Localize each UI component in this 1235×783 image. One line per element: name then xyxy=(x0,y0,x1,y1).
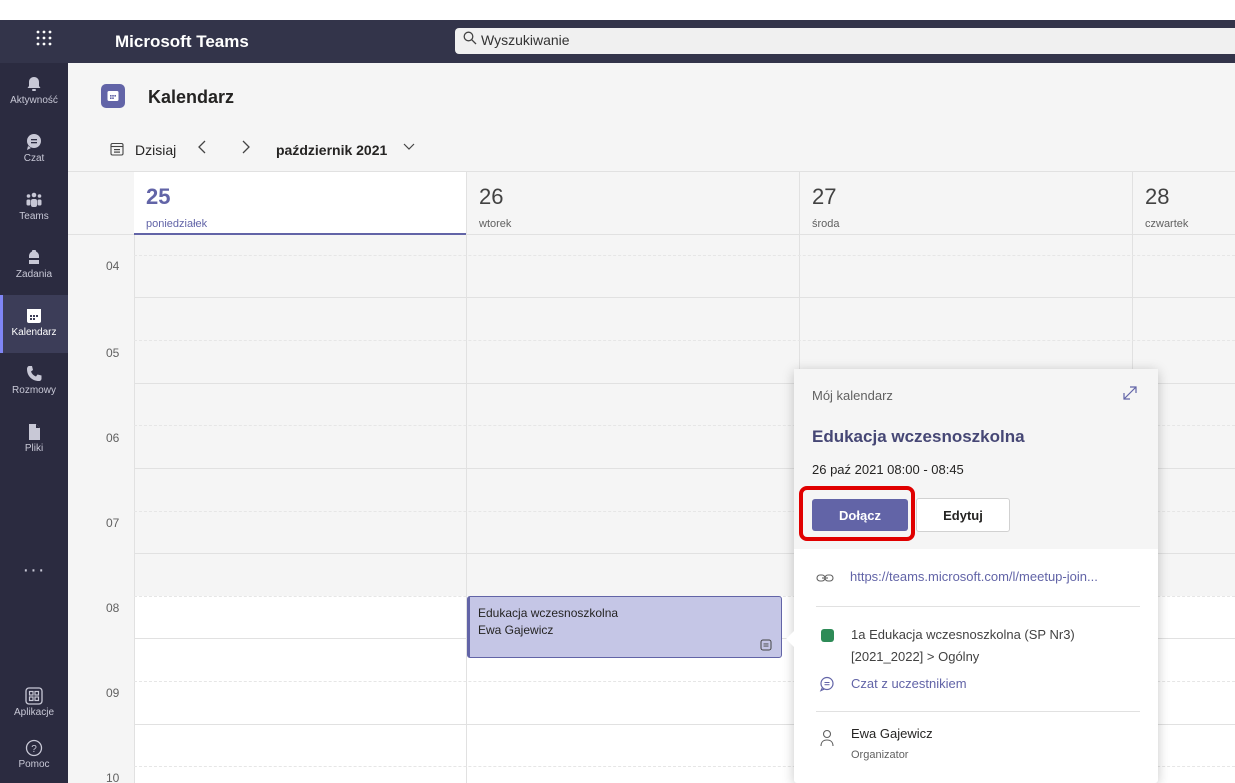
popup-event-title: Edukacja wczesnoszkolna xyxy=(812,427,1025,446)
chevron-down-icon[interactable] xyxy=(402,139,416,158)
hour-label: 07 xyxy=(106,516,120,530)
rail-item-help[interactable]: ? Pomoc xyxy=(0,727,68,783)
grid-divider xyxy=(134,235,135,783)
teams-app: Microsoft Teams Wyszukiwanie Aktywność C… xyxy=(0,0,1235,783)
rail-label: Rozmowy xyxy=(12,385,56,396)
day-header-wednesday[interactable]: 27 środa xyxy=(799,172,1133,234)
rail-item-calls[interactable]: Rozmowy xyxy=(0,353,68,411)
day-name: czwartek xyxy=(1145,218,1189,230)
help-icon: ? xyxy=(25,739,43,757)
calendar-toolbar: Dzisiaj październik 2021 xyxy=(68,129,1235,172)
file-icon xyxy=(29,424,40,440)
svg-text:?: ? xyxy=(31,744,37,755)
divider xyxy=(816,606,1140,607)
search-placeholder: Wyszukiwanie xyxy=(481,32,570,48)
phone-icon xyxy=(27,366,42,381)
day-number: 26 xyxy=(479,184,504,209)
hour-label: 10 xyxy=(106,771,120,783)
more-apps-button[interactable]: ··· xyxy=(0,559,68,582)
search-icon xyxy=(463,31,477,49)
hour-label: 04 xyxy=(106,259,120,273)
page-title: Kalendarz xyxy=(148,87,235,107)
day-header-monday[interactable]: 25 poniedziałek xyxy=(134,172,466,235)
today-button[interactable]: Dzisiaj xyxy=(135,142,176,158)
event-title: Edukacja wczesnoszkolna xyxy=(478,606,619,620)
grid-line xyxy=(134,255,1235,256)
organizer-role: Organizator xyxy=(851,749,909,761)
search-input[interactable]: Wyszukiwanie xyxy=(455,28,1235,54)
month-picker[interactable]: październik 2021 xyxy=(276,142,387,158)
calendar-event[interactable]: Edukacja wczesnoszkolna Ewa Gajewicz xyxy=(467,596,782,658)
day-header-thursday[interactable]: 28 czwartek xyxy=(1132,172,1235,234)
grid-line xyxy=(134,297,1235,298)
rail-item-files[interactable]: Pliki xyxy=(0,411,68,469)
event-details-popup: Mój kalendarz Edukacja wczesnoszkolna 26… xyxy=(786,369,1158,783)
rail-label: Pliki xyxy=(24,443,44,454)
apps-icon xyxy=(25,687,43,705)
day-name: środa xyxy=(812,218,840,230)
calendar-app-icon xyxy=(101,84,125,108)
rail-item-calendar[interactable]: Kalendarz xyxy=(0,295,68,353)
teams-icon xyxy=(26,192,42,207)
calendar-icon xyxy=(27,309,41,323)
rail-label: Kalendarz xyxy=(11,327,57,338)
day-name: wtorek xyxy=(479,218,512,230)
expand-icon[interactable] xyxy=(1121,384,1139,402)
title-bar: Microsoft Teams Wyszukiwanie xyxy=(0,20,1235,63)
rail-label: Aktywność xyxy=(10,95,58,106)
bell-icon xyxy=(27,77,41,91)
rail-label: Czat xyxy=(23,153,45,164)
person-icon xyxy=(820,729,834,747)
next-week-chevron-icon[interactable] xyxy=(240,137,252,163)
organizer-name[interactable]: Ewa Gajewicz xyxy=(851,726,933,741)
hour-label: 09 xyxy=(106,686,120,700)
top-margin xyxy=(0,0,1235,20)
previous-week-chevron-icon[interactable] xyxy=(196,137,208,163)
rail-item-teams[interactable]: Teams xyxy=(0,179,68,237)
link-icon xyxy=(816,574,834,582)
rail-item-activity[interactable]: Aktywność xyxy=(0,63,68,121)
team-channel-icon xyxy=(821,629,834,642)
page-header: Kalendarz xyxy=(68,63,1235,130)
day-number: 27 xyxy=(812,184,837,209)
rail-item-assignments[interactable]: Zadania xyxy=(0,237,68,295)
app-title: Microsoft Teams xyxy=(115,32,249,51)
day-name: poniedziałek xyxy=(146,218,208,230)
rail-label: Aplikacje xyxy=(13,707,55,718)
rail-label: Pomoc xyxy=(18,759,50,770)
edit-button[interactable]: Edytuj xyxy=(916,498,1010,532)
day-header-tuesday[interactable]: 26 wtorek xyxy=(466,172,800,234)
event-organizer: Ewa Gajewicz xyxy=(478,623,554,637)
hour-label: 06 xyxy=(106,431,120,445)
app-rail: Aktywność Czat Teams Zadania Kalendarz R… xyxy=(0,63,68,783)
calendar-name: Mój kalendarz xyxy=(812,388,893,403)
rail-item-chat[interactable]: Czat xyxy=(0,121,68,179)
channel-name-line1: 1a Edukacja wczesnoszkolna (SP Nr3) xyxy=(851,627,1075,642)
today-icon[interactable] xyxy=(110,142,124,156)
channel-name-line2: [2021_2022] > Ogólny xyxy=(851,649,980,664)
chat-icon xyxy=(819,676,834,692)
app-launcher-icon[interactable] xyxy=(34,28,54,48)
rail-label: Zadania xyxy=(15,269,53,280)
day-headers: 25 poniedziałek 26 wtorek 27 środa 28 cz… xyxy=(68,172,1235,235)
assignments-icon xyxy=(28,250,40,264)
rail-item-apps[interactable]: Aplikacje xyxy=(0,675,68,733)
hour-label: 05 xyxy=(106,346,120,360)
grid-divider xyxy=(466,235,467,783)
chat-icon xyxy=(27,134,41,150)
meeting-chat-icon xyxy=(760,639,772,651)
hour-label: 08 xyxy=(106,601,120,615)
chat-with-participants-link[interactable]: Czat z uczestnikiem xyxy=(851,676,967,691)
day-number: 25 xyxy=(146,184,171,209)
popup-event-time: 26 paź 2021 08:00 - 08:45 xyxy=(812,462,964,477)
meeting-link[interactable]: https://teams.microsoft.com/l/meetup-joi… xyxy=(850,569,1098,584)
rail-label: Teams xyxy=(19,211,49,222)
divider xyxy=(816,711,1140,712)
join-button[interactable]: Dołącz xyxy=(812,499,908,531)
day-number: 28 xyxy=(1145,184,1170,209)
grid-line xyxy=(134,340,1235,341)
popup-pointer xyxy=(786,631,794,647)
